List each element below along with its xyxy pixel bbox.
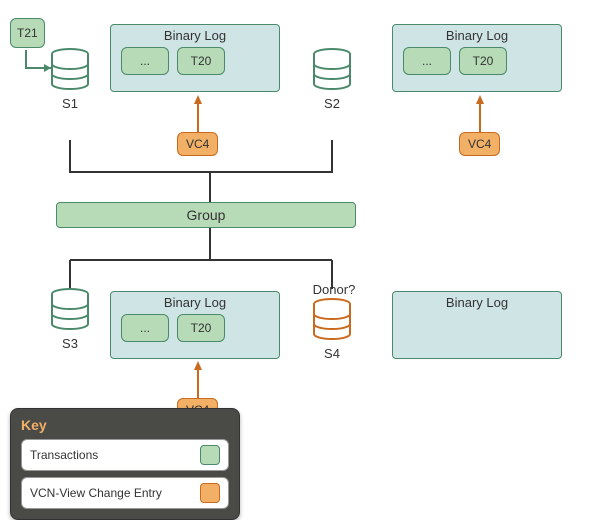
vcn-swatch-icon	[200, 483, 220, 503]
group-label: Group	[187, 207, 226, 223]
group-box: Group	[56, 202, 356, 228]
binlog-s1-entry-0: ...	[121, 47, 169, 75]
db-s2-label: S2	[320, 96, 344, 111]
binlog-s2-entry-1: T20	[459, 47, 507, 75]
legend-row2-label: VCN-View Change Entry	[30, 486, 162, 500]
binlog-s3-title: Binary Log	[111, 292, 279, 312]
binlog-s2-entry-0: ...	[403, 47, 451, 75]
binlog-s2-title: Binary Log	[393, 25, 561, 45]
vcn-s1: VC4	[177, 132, 218, 156]
binlog-s1: Binary Log ... T20	[110, 24, 280, 92]
binlog-s1-entry-1: T20	[177, 47, 225, 75]
transaction-swatch-icon	[200, 445, 220, 465]
legend-row-transactions: Transactions	[21, 439, 229, 471]
db-s1-label: S1	[58, 96, 82, 111]
binlog-s4-title: Binary Log	[393, 292, 561, 312]
db-s3-label: S3	[58, 336, 82, 351]
binlog-s1-title: Binary Log	[111, 25, 279, 45]
binlog-s3-entry-0: ...	[121, 314, 169, 342]
binlog-s3: Binary Log ... T20	[110, 291, 280, 359]
db-s1-icon	[50, 48, 90, 94]
binlog-s3-entry-1: T20	[177, 314, 225, 342]
db-s3-icon	[50, 288, 90, 334]
txn-incoming: T21	[10, 18, 45, 48]
vcn-s2: VC4	[459, 132, 500, 156]
binlog-s4: Binary Log	[392, 291, 562, 359]
db-s4-icon	[312, 298, 352, 344]
legend-row-vcn: VCN-View Change Entry	[21, 477, 229, 509]
donor-label: Donor?	[304, 282, 364, 297]
db-s4-label: S4	[320, 346, 344, 361]
db-s2-icon	[312, 48, 352, 94]
legend-title: Key	[21, 417, 229, 433]
binlog-s2: Binary Log ... T20	[392, 24, 562, 92]
legend: Key Transactions VCN-View Change Entry	[10, 408, 240, 520]
legend-row1-label: Transactions	[30, 448, 98, 462]
